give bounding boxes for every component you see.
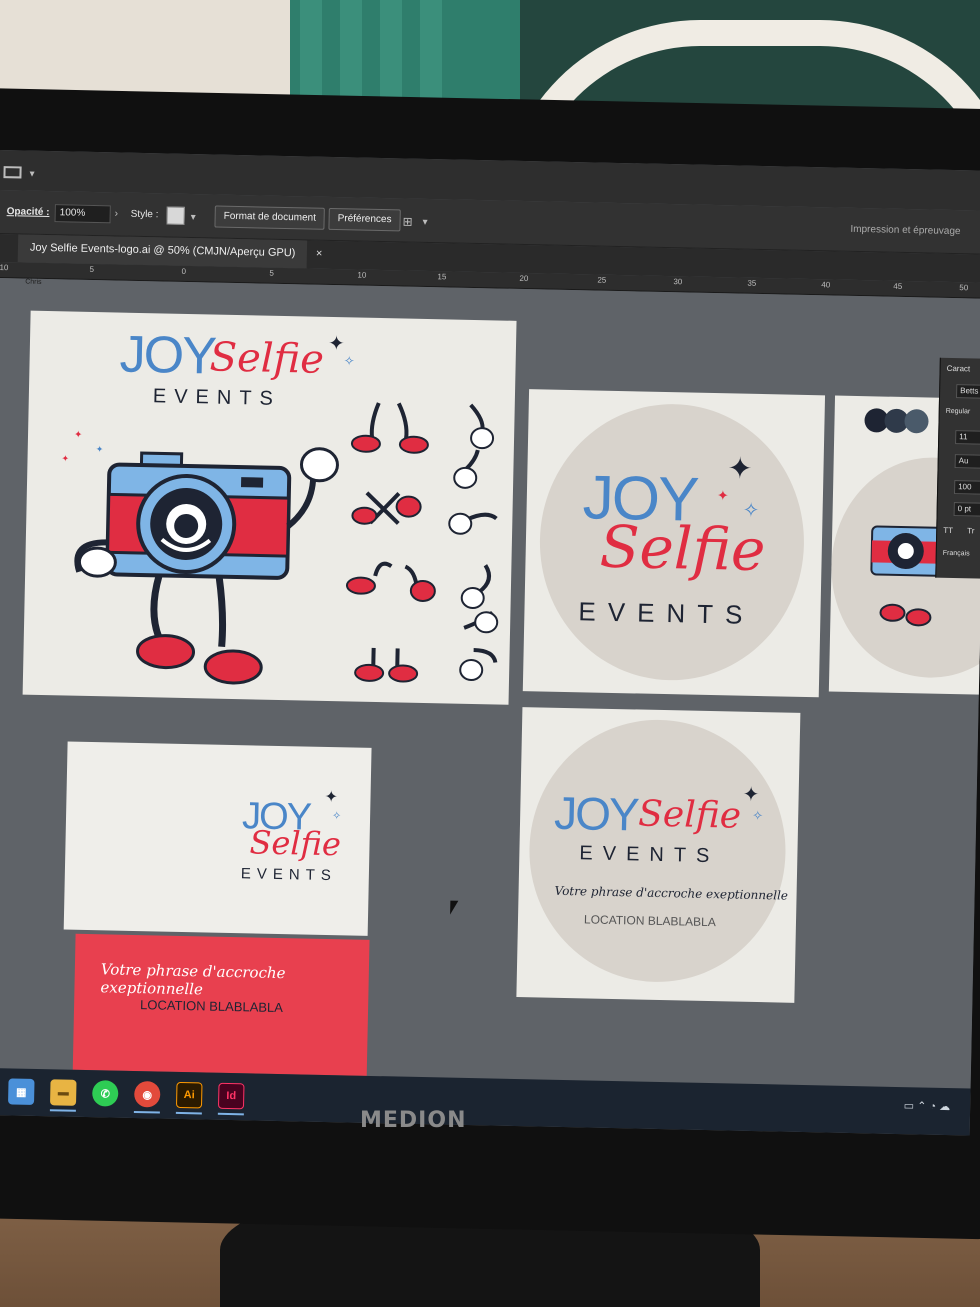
svg-text:✦: ✦ bbox=[74, 430, 83, 441]
mascot-parts-illustration bbox=[345, 402, 499, 683]
sparkle-icon: ✧ bbox=[331, 810, 342, 823]
preferences-button[interactable]: Préférences bbox=[328, 207, 401, 232]
small-caps-button[interactable]: Tr bbox=[961, 526, 980, 536]
artboard-circle-logo[interactable]: JOY Selfie EVENTS ✦ ✦ ✧ bbox=[522, 389, 826, 698]
arrange-icon[interactable]: ⊞ bbox=[402, 214, 412, 228]
ruler-tick: 10 bbox=[357, 270, 367, 280]
indesign-icon[interactable]: Id bbox=[217, 1082, 245, 1110]
panel-title: Caract bbox=[946, 363, 971, 374]
mouse-cursor bbox=[450, 900, 459, 915]
svg-text:✦: ✦ bbox=[96, 444, 104, 454]
svg-text:✦: ✦ bbox=[61, 453, 69, 463]
logo-joy-text: JOY bbox=[553, 786, 639, 841]
logo-events-text: EVENTS bbox=[579, 842, 720, 868]
logo-events-text: EVENTS bbox=[152, 385, 282, 410]
whatsapp-icon[interactable]: ✆ bbox=[91, 1080, 119, 1107]
sparkle-icon: ✦ bbox=[324, 788, 339, 807]
ruler-tick: 40 bbox=[821, 280, 831, 290]
sparkle-icon: ✦ bbox=[727, 452, 753, 486]
opacity-label: Opacité : bbox=[6, 206, 50, 219]
chevron-down-icon[interactable]: ▾ bbox=[422, 217, 427, 228]
logo-selfie-text: Selfie bbox=[637, 793, 742, 837]
logo-selfie-text: Selfie bbox=[209, 334, 325, 383]
monitor-brand-logo: MEDION bbox=[360, 1108, 467, 1133]
logo-selfie-text: Selfie bbox=[599, 512, 767, 585]
sparkle-icon: ✦ bbox=[716, 487, 729, 504]
workspace-switcher-icon[interactable] bbox=[3, 166, 22, 179]
artboard-mascot-sheet[interactable]: JOY Selfie EVENTS ✦ ✧ ✦ ✦ ✦ bbox=[22, 310, 517, 705]
ruler-tick: 35 bbox=[747, 278, 757, 288]
artboard-card-back[interactable]: Votre phrase d'accroche exeptionnelle LO… bbox=[72, 933, 370, 1076]
font-style-select[interactable]: Regular bbox=[940, 408, 980, 416]
artboard-canvas[interactable]: Chris JOY Selfie EVENTS ✦ ✧ ✦ ✦ ✦ JOY Se… bbox=[0, 277, 980, 1089]
sparkle-icon: ✧ bbox=[343, 353, 355, 369]
ruler-tick: 50 bbox=[959, 283, 969, 293]
character-panel[interactable]: Caract Betts Regular 11 Au 100 0 pt TT T… bbox=[935, 357, 980, 579]
ruler-tick: 5 bbox=[269, 268, 275, 278]
font-size-field[interactable]: 11 bbox=[955, 430, 980, 445]
ruler-tick: 20 bbox=[519, 273, 529, 284]
baseline-field[interactable]: 0 pt bbox=[953, 502, 980, 517]
calculator-icon[interactable]: ▦ bbox=[8, 1078, 35, 1105]
ruler-tick: 45 bbox=[893, 281, 903, 291]
sparkle-icon: ✧ bbox=[752, 807, 764, 824]
sparkle-icon: ✦ bbox=[327, 332, 346, 356]
location-text: LOCATION BLABLABLA bbox=[583, 912, 716, 930]
scale-field[interactable]: 100 bbox=[954, 480, 980, 495]
location-text: LOCATION BLABLABLA bbox=[139, 997, 284, 1016]
logo-events-text: EVENTS bbox=[240, 865, 338, 885]
workspace-label[interactable]: Impression et épreuvage bbox=[850, 224, 960, 237]
logo-events-text: EVENTS bbox=[578, 596, 755, 630]
system-tray[interactable]: ▭ ⌃ ◔ ☁ bbox=[904, 1099, 951, 1113]
ruler-tick: 10 bbox=[0, 263, 9, 273]
ruler-tick: 5 bbox=[89, 264, 95, 274]
file-explorer-icon[interactable]: ▬ bbox=[50, 1079, 77, 1106]
color-swatch bbox=[904, 409, 929, 434]
font-search-input[interactable]: Betts bbox=[956, 384, 980, 399]
logo-selfie-text: Selfie bbox=[249, 823, 342, 864]
ruler-tick: 15 bbox=[437, 272, 447, 282]
screen: ▾ Opacité : 100% › Style : ▾ Format de d… bbox=[0, 150, 980, 1136]
chevron-right-icon[interactable]: › bbox=[115, 208, 119, 219]
sparkle-icon: ✦ bbox=[742, 783, 760, 807]
chrome-icon[interactable]: ◉ bbox=[133, 1081, 161, 1108]
ruler-tick: 0 bbox=[181, 266, 187, 276]
ruler-tick: 30 bbox=[673, 277, 683, 287]
ruler-tick: 25 bbox=[597, 275, 607, 285]
ruler-note: Chris bbox=[25, 278, 42, 286]
tagline-text: Votre phrase d'accroche exeptionnelle bbox=[100, 960, 286, 999]
sparkle-icon: ✧ bbox=[742, 499, 760, 522]
chevron-down-icon[interactable]: ▾ bbox=[191, 212, 196, 223]
chevron-down-icon[interactable]: ▾ bbox=[29, 169, 34, 180]
illustrator-icon[interactable]: Ai bbox=[175, 1081, 203, 1109]
active-indicator bbox=[175, 1111, 202, 1115]
tracking-field[interactable]: Au bbox=[954, 454, 980, 469]
active-indicator bbox=[133, 1111, 160, 1114]
close-icon[interactable]: × bbox=[316, 248, 323, 260]
style-label: Style : bbox=[130, 208, 159, 221]
document-format-button[interactable]: Format de document bbox=[214, 205, 326, 230]
active-indicator bbox=[49, 1109, 76, 1112]
language-select[interactable]: Français bbox=[937, 550, 980, 558]
artboard-circle-tagline[interactable]: JOY Selfie EVENTS ✦ ✧ Votre phrase d'acc… bbox=[516, 707, 801, 1003]
logo-joy-text: JOY bbox=[119, 325, 216, 386]
camera-mascot-illustration: ✦ ✦ ✦ bbox=[61, 430, 339, 685]
active-indicator bbox=[217, 1112, 244, 1116]
artboard-card-front[interactable]: JOY Selfie EVENTS ✦ ✧ bbox=[63, 741, 372, 936]
opacity-input[interactable]: 100% bbox=[54, 204, 111, 224]
style-swatch[interactable] bbox=[166, 206, 185, 225]
